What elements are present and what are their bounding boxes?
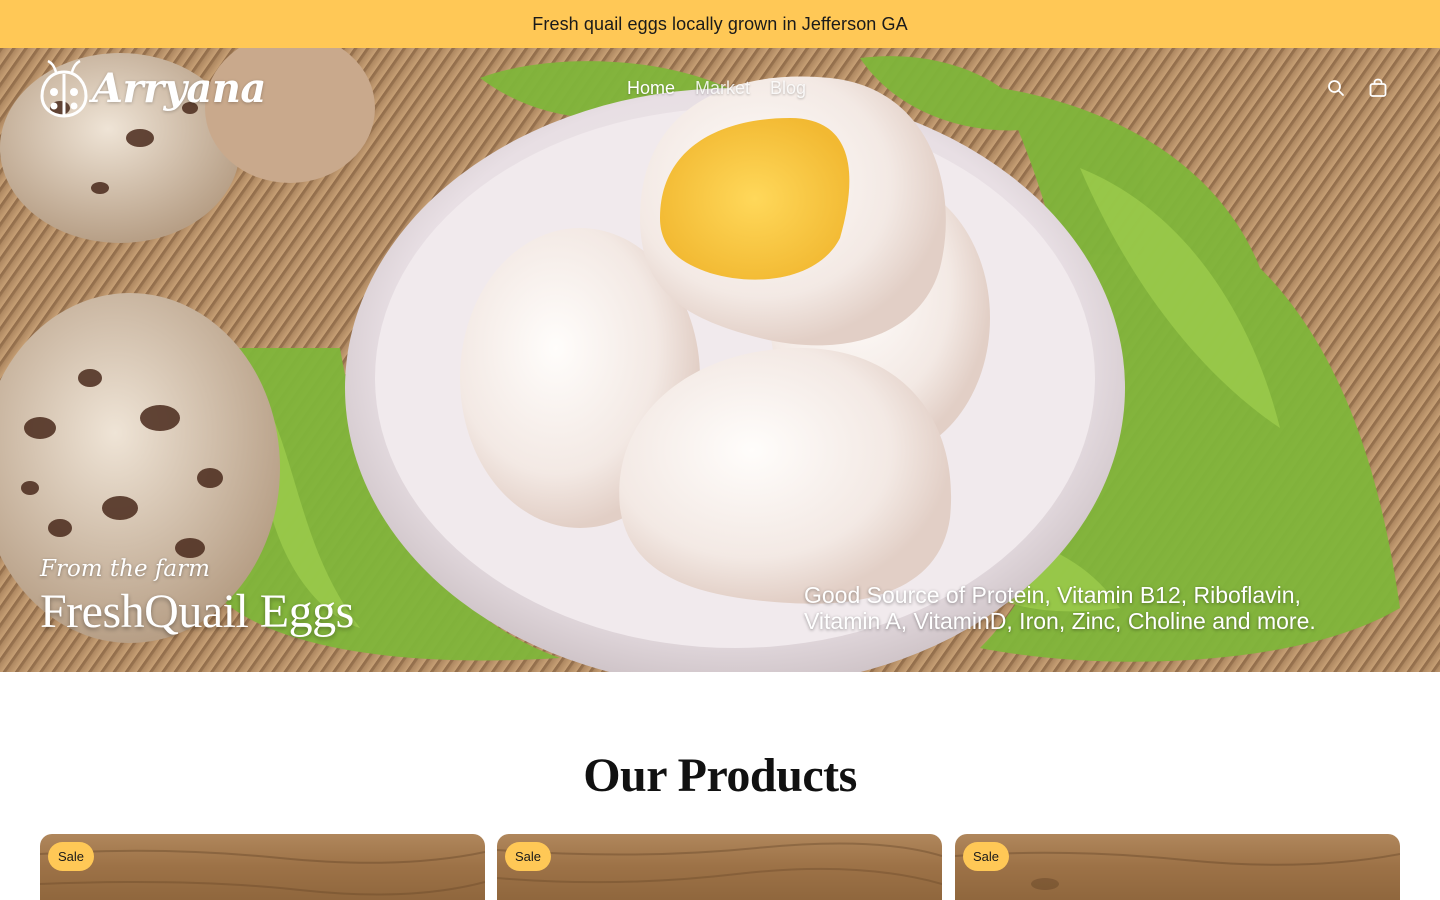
- product-card[interactable]: Sale: [955, 834, 1400, 900]
- cart-icon[interactable]: [1368, 78, 1388, 98]
- product-image: [497, 842, 942, 885]
- products-heading: Our Products: [583, 749, 857, 802]
- sale-badge: Sale: [505, 842, 552, 871]
- nav-blog[interactable]: Blog: [770, 78, 806, 99]
- search-icon[interactable]: [1326, 78, 1346, 98]
- sale-badge: Sale: [963, 842, 1010, 871]
- hero-description: Good Source of Protein, Vitamin B12, Rib…: [804, 582, 1316, 634]
- announcement-text: Fresh quail eggs locally grown in Jeffer…: [532, 13, 908, 34]
- hero-banner: [0, 48, 1440, 672]
- nav-home[interactable]: Home: [627, 78, 675, 99]
- brand-name: Arryana: [92, 64, 266, 112]
- product-card[interactable]: Sale: [497, 834, 942, 900]
- hero-title: FreshQuail Eggs: [40, 585, 354, 638]
- announcement-bar: Fresh quail eggs locally grown in Jeffer…: [0, 0, 1440, 48]
- nav-market[interactable]: Market: [695, 78, 750, 99]
- site-header: Arryana Home Market Blog: [0, 48, 1440, 132]
- hero-kicker: From the farm: [40, 556, 210, 582]
- hero-image: [0, 48, 1440, 672]
- product-card[interactable]: Sale: [40, 834, 485, 900]
- sale-badge: Sale: [48, 842, 95, 871]
- header-actions: [1326, 78, 1388, 98]
- product-image: [955, 851, 1400, 890]
- ladybug-icon: [40, 59, 88, 118]
- main-nav: Home Market Blog: [627, 78, 806, 99]
- brand-logo[interactable]: Arryana: [40, 58, 266, 118]
- product-image: [40, 849, 485, 896]
